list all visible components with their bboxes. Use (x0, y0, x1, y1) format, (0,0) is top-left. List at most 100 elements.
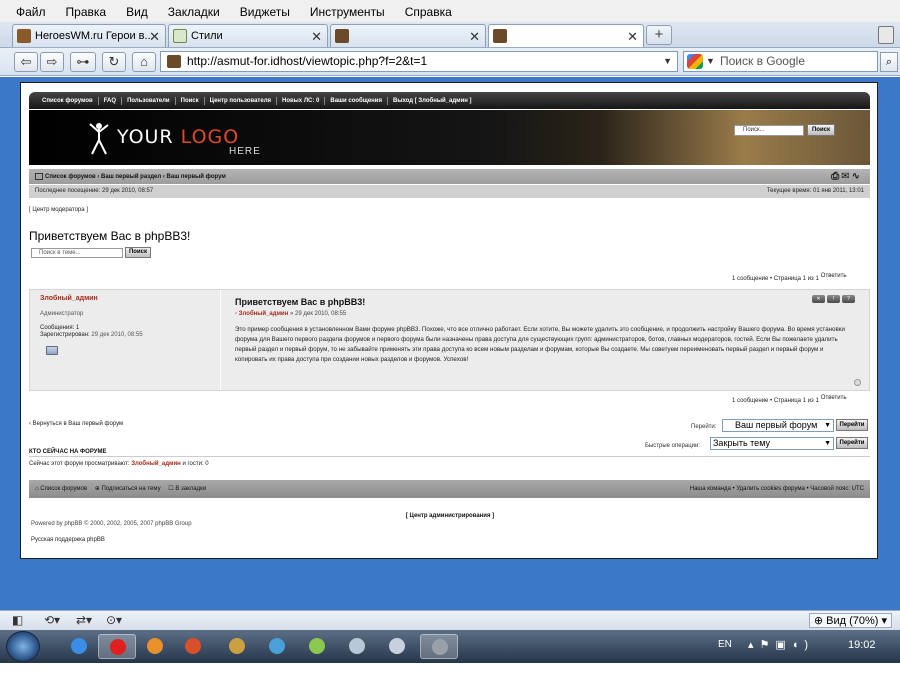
menu-edit[interactable]: Правка (66, 5, 107, 19)
tab-heroeswm[interactable]: HeroesWM.ru Герои в... ✕ (12, 24, 166, 47)
nav-your-posts[interactable]: Ваши сообщения (325, 96, 388, 105)
post-divider (220, 290, 221, 390)
new-tab-button[interactable]: + (646, 25, 672, 45)
menu-view[interactable]: Вид (126, 5, 148, 19)
search-input[interactable]: ▼ Поиск в Google (683, 51, 878, 72)
footer-forum-list[interactable]: ⌂ Список форумов (35, 486, 87, 492)
tab-forum-1[interactable]: ✕ (330, 24, 486, 47)
chevron-down-icon: ▼ (824, 440, 831, 447)
moderator-center-link[interactable]: [ Центр модератора ] (29, 207, 88, 213)
address-bar[interactable]: http://asmut-for.idhost/viewtopic.php?f=… (160, 51, 678, 72)
taskbar-opera[interactable] (98, 634, 136, 659)
clock[interactable]: 19:02 (848, 639, 876, 651)
jump-select[interactable]: Ваш первый форум ▼ (722, 419, 834, 432)
post-subject[interactable]: Приветствуем Вас в phpBB3! (235, 297, 365, 307)
dancer-logo-icon[interactable] (87, 122, 111, 156)
key-icon[interactable]: ⊶ (70, 52, 96, 72)
language-indicator[interactable]: EN (718, 639, 732, 650)
pagination-bottom: 1 сообщение • Страница 1 из 1 Ответить (732, 395, 847, 404)
taskbar-app-2[interactable] (218, 634, 256, 659)
taskbar-ie[interactable] (60, 634, 98, 659)
chevron-down-icon[interactable]: ▼ (706, 52, 715, 71)
header-search-button[interactable]: Поиск (807, 124, 835, 136)
close-icon[interactable]: ✕ (311, 29, 322, 45)
reply-button[interactable]: Ответить (821, 273, 847, 279)
nav-logout[interactable]: Выход [ Злобный_админ ] (388, 97, 477, 105)
document-icon (349, 638, 365, 654)
report-post-icon[interactable]: ! (827, 295, 840, 303)
footer-subscribe[interactable]: ⊕ Подписаться на тему (95, 486, 161, 492)
quick-ops-go-button[interactable]: Перейти (836, 437, 868, 449)
close-icon[interactable]: ✕ (149, 29, 160, 45)
nav-forum-list[interactable]: Список форумов (37, 96, 99, 105)
reply-button[interactable]: Ответить (821, 395, 847, 401)
nav-user-center[interactable]: Центр пользователя (205, 96, 277, 105)
close-icon[interactable]: ✕ (627, 29, 638, 45)
taskbar-app-5[interactable] (338, 634, 376, 659)
header-search-input[interactable]: Поиск... (734, 125, 804, 136)
reload-button[interactable]: ↻ (102, 52, 126, 72)
home-icon[interactable] (35, 173, 43, 180)
nav-users[interactable]: Пользователи (122, 96, 176, 105)
taskbar-app-6[interactable] (378, 634, 416, 659)
tab-styles[interactable]: Стили ✕ (168, 24, 328, 47)
menu-help[interactable]: Справка (405, 5, 452, 19)
online-user-link[interactable]: Злобный_админ (131, 461, 181, 467)
search-go-icon[interactable]: ⌕ (880, 52, 898, 72)
back-button[interactable]: ⇦ (14, 52, 38, 72)
post-author[interactable]: Злобный_админ (40, 295, 98, 302)
taskbar-app-1[interactable] (174, 634, 212, 659)
breadcrumb: Список форумов ‹ Ваш первый раздел ‹ Ваш… (29, 169, 870, 184)
post-actions: ✕ ! ? (812, 295, 855, 303)
info-post-icon[interactable]: ? (842, 295, 855, 303)
taskbar-app-3[interactable] (258, 634, 296, 659)
forward-button[interactable]: ⇨ (40, 52, 64, 72)
back-to-forum-link[interactable]: ‹ Вернуться в Ваш первый форум (29, 421, 123, 427)
print-email-icons[interactable]: ⎙✉∿ (831, 171, 862, 182)
admin-center-link[interactable]: [ Центр администрирования ] (21, 513, 879, 519)
app-icon (269, 638, 285, 654)
breadcrumb-text[interactable]: Список форумов ‹ Ваш первый раздел ‹ Ваш… (45, 174, 226, 180)
search-placeholder: Поиск в Google (720, 54, 805, 68)
tab-list-icon[interactable] (878, 26, 894, 44)
pm-icon[interactable] (46, 346, 58, 355)
delete-post-icon[interactable]: ✕ (812, 295, 825, 303)
panel-toggle-icon[interactable]: ◧ (12, 613, 23, 627)
close-icon[interactable]: ✕ (469, 29, 480, 45)
browser-content: Список форумов FAQ Пользователи Поиск Це… (0, 77, 900, 610)
taskbar-app-7[interactable] (420, 634, 458, 659)
quick-ops-label: Быстрые операции: (645, 443, 701, 449)
menu-tools[interactable]: Инструменты (310, 5, 385, 19)
topic-title[interactable]: Приветствуем Вас в phpBB3! (29, 229, 190, 243)
menu-widgets[interactable]: Виджеты (240, 5, 290, 19)
nav-search[interactable]: Поиск (176, 96, 205, 105)
logo-text[interactable]: YOUR LOGO (117, 126, 239, 148)
share-icon[interactable]: ⇄▾ (76, 613, 92, 627)
taskbar-firefox[interactable] (136, 634, 174, 659)
zoom-control[interactable]: ⊕ Вид (70%) ▾ (808, 613, 892, 628)
footer-right-links[interactable]: Наша команда • Удалить cookies форума • … (690, 480, 864, 498)
quick-ops-select[interactable]: Закрыть тему ▼ (710, 437, 834, 450)
taskbar-app-4[interactable] (298, 634, 336, 659)
topic-search-input[interactable]: Поиск в теме... (31, 248, 123, 258)
jump-label: Перейти: (691, 424, 717, 430)
footer-bookmark[interactable]: ☐ В закладки (168, 486, 206, 492)
tray-icons[interactable]: ▴⚑▣◖) (748, 638, 814, 651)
back-to-top-icon[interactable] (854, 379, 861, 386)
jump-go-button[interactable]: Перейти (836, 419, 868, 431)
menu-bookmarks[interactable]: Закладки (168, 5, 220, 19)
start-button[interactable] (6, 631, 40, 662)
menu-file[interactable]: Файл (16, 5, 46, 19)
sync-icon[interactable]: ⟲▾ (44, 613, 60, 627)
navigation-bar: ⇦ ⇨ ⊶ ↻ ⌂ http://asmut-for.idhost/viewto… (0, 48, 900, 76)
helmet-icon (17, 29, 31, 43)
tab-forum-2[interactable]: ✕ (488, 24, 644, 47)
gauge-icon[interactable]: ⊙▾ (106, 613, 122, 627)
who-online-text: Сейчас этот форум просматривают: Злобный… (29, 461, 209, 467)
google-icon[interactable] (687, 54, 703, 69)
nav-new-pm[interactable]: Новых ЛС: 0 (277, 96, 326, 105)
topic-search-button[interactable]: Поиск (125, 247, 151, 258)
home-button[interactable]: ⌂ (132, 52, 156, 72)
chevron-down-icon[interactable]: ▼ (663, 52, 672, 71)
nav-faq[interactable]: FAQ (99, 96, 123, 105)
